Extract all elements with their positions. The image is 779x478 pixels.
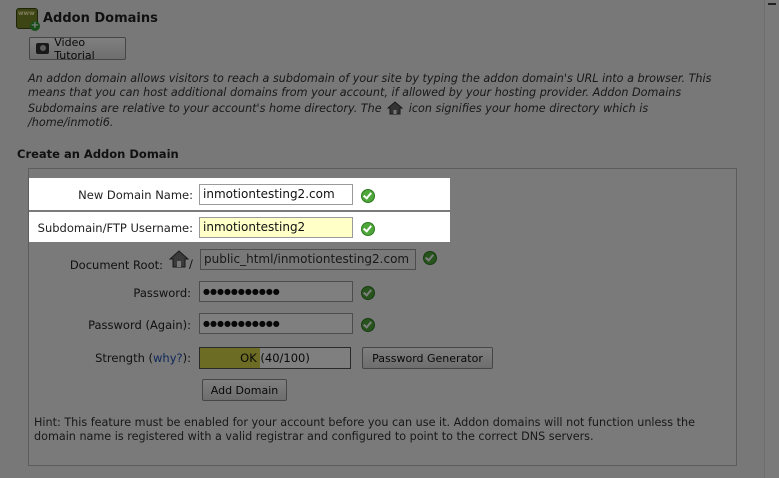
strength-text: OK (40/100): [240, 351, 310, 365]
password-input[interactable]: ●●●●●●●●●●●: [199, 281, 353, 302]
document-root-input[interactable]: public_html/inmotiontesting2.com: [200, 249, 416, 270]
video-camera-icon: [36, 43, 50, 54]
page-header: www + Addon Domains: [16, 7, 158, 31]
stage: www + Addon Domains Video Tutorial An ad…: [0, 0, 779, 478]
video-tutorial-label: Video Tutorial: [54, 35, 95, 62]
new-domain-input[interactable]: inmotiontesting2.com: [199, 184, 353, 205]
hint-text: Hint: This feature must be enabled for y…: [34, 416, 695, 443]
subdomain-label: Subdomain/FTP Username:: [37, 221, 193, 235]
intro-text: An addon domain allows visitors to reach…: [28, 72, 712, 129]
subdomain-input[interactable]: inmotiontesting2: [199, 217, 353, 238]
strength-label: Strength (why?):: [95, 351, 191, 365]
home-icon: [387, 100, 404, 115]
password-check-icon: [361, 286, 375, 300]
password-again-check-icon: [361, 318, 375, 332]
section-title: Create an Addon Domain: [17, 147, 179, 161]
new-domain-label: New Domain Name:: [78, 188, 193, 202]
addon-domains-icon: www +: [16, 7, 40, 31]
document-root-prefix: /: [189, 257, 193, 271]
video-tutorial-button[interactable]: Video Tutorial: [29, 35, 126, 62]
home-icon: [169, 250, 189, 268]
vertical-scrollbar[interactable]: [764, 0, 779, 478]
subdomain-row: Subdomain/FTP Username: inmotiontesting2: [29, 212, 450, 242]
scroll-up-arrow-icon[interactable]: [768, 3, 776, 9]
password-generator-button[interactable]: Password Generator: [362, 347, 493, 369]
password-strength-meter: OK (40/100): [199, 347, 351, 369]
add-domain-button[interactable]: Add Domain: [202, 379, 287, 401]
new-domain-row: New Domain Name: inmotiontesting2.com: [29, 178, 450, 210]
document-root-check-icon: [423, 251, 437, 265]
subdomain-check-icon: [361, 222, 375, 236]
new-domain-check-icon: [361, 189, 375, 203]
home-directory-path: /home/inmoti6.: [28, 115, 114, 129]
password-again-label: Password (Again):: [88, 318, 191, 332]
password-label: Password:: [133, 286, 191, 300]
page-title: Addon Domains: [43, 10, 158, 26]
password-again-input[interactable]: ●●●●●●●●●●●: [199, 313, 353, 334]
document-root-label: Document Root:: [69, 258, 163, 272]
why-link[interactable]: why?: [153, 351, 183, 365]
